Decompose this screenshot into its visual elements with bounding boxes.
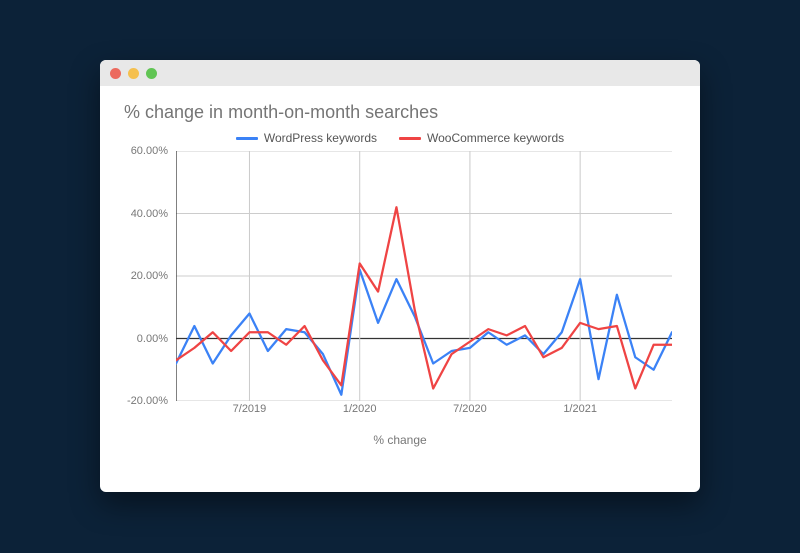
x-tick-label: 7/2019 xyxy=(233,403,267,415)
legend-label: WooCommerce keywords xyxy=(427,131,564,145)
legend-swatch-icon xyxy=(236,137,258,140)
legend-swatch-icon xyxy=(399,137,421,140)
y-tick-label: -20.00% xyxy=(127,395,168,407)
window-close-icon[interactable] xyxy=(110,68,121,79)
x-axis-title: % change xyxy=(118,433,682,447)
chart-container: % change in month-on-month searches Word… xyxy=(100,86,700,492)
chart-title: % change in month-on-month searches xyxy=(124,102,682,123)
y-tick-label: 60.00% xyxy=(131,145,168,157)
plot-area xyxy=(176,151,672,401)
window-zoom-icon[interactable] xyxy=(146,68,157,79)
window-titlebar xyxy=(100,60,700,86)
x-axis-labels: 7/2019 1/2020 7/2020 1/2021 xyxy=(176,401,672,419)
y-axis-labels: -20.00%0.00%20.00%40.00%60.00% xyxy=(118,151,172,401)
x-tick-label: 1/2021 xyxy=(563,403,597,415)
legend-item: WordPress keywords xyxy=(236,131,377,145)
x-tick-label: 1/2020 xyxy=(343,403,377,415)
y-tick-label: 40.00% xyxy=(131,208,168,220)
y-tick-label: 20.00% xyxy=(131,270,168,282)
app-window: % change in month-on-month searches Word… xyxy=(100,60,700,492)
chart-legend: WordPress keywords WooCommerce keywords xyxy=(118,131,682,145)
window-minimize-icon[interactable] xyxy=(128,68,139,79)
x-tick-label: 7/2020 xyxy=(453,403,487,415)
y-tick-label: 0.00% xyxy=(137,333,168,345)
legend-label: WordPress keywords xyxy=(264,131,377,145)
chart-svg xyxy=(176,151,672,401)
legend-item: WooCommerce keywords xyxy=(399,131,564,145)
